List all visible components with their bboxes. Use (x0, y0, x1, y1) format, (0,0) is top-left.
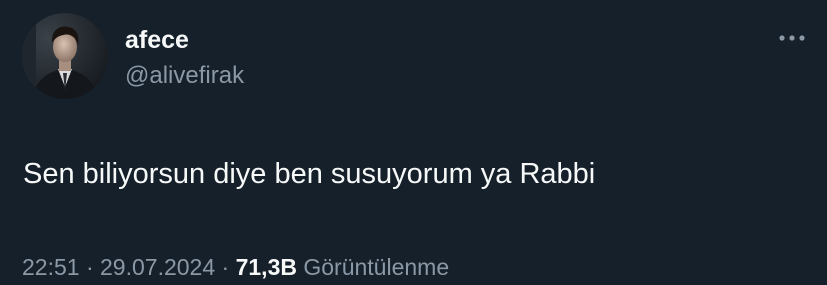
views-count: 71,3B (235, 254, 297, 280)
author-display-name[interactable]: afece (125, 25, 189, 55)
tweet-time[interactable]: 22:51 (22, 254, 80, 280)
tweet-meta: 22:51 · 29.07.2024 · 71,3B Görüntülenme (22, 252, 449, 282)
meta-separator: · (79, 254, 101, 280)
more-options-button[interactable] (776, 28, 808, 48)
author-handle[interactable]: @alivefirak (125, 61, 244, 91)
tweet-card: afece @alivefirak Sen biliyorsun diye be… (0, 0, 827, 285)
views-label: Görüntülenme (303, 254, 450, 280)
tweet-date[interactable]: 29.07.2024 (100, 254, 215, 280)
more-dots-icon (779, 35, 805, 41)
meta-separator: · (215, 254, 236, 280)
tweet-text: Sen biliyorsun diye ben susuyorum ya Rab… (23, 158, 596, 190)
profile-photo-icon (22, 13, 108, 99)
avatar[interactable] (22, 13, 108, 99)
